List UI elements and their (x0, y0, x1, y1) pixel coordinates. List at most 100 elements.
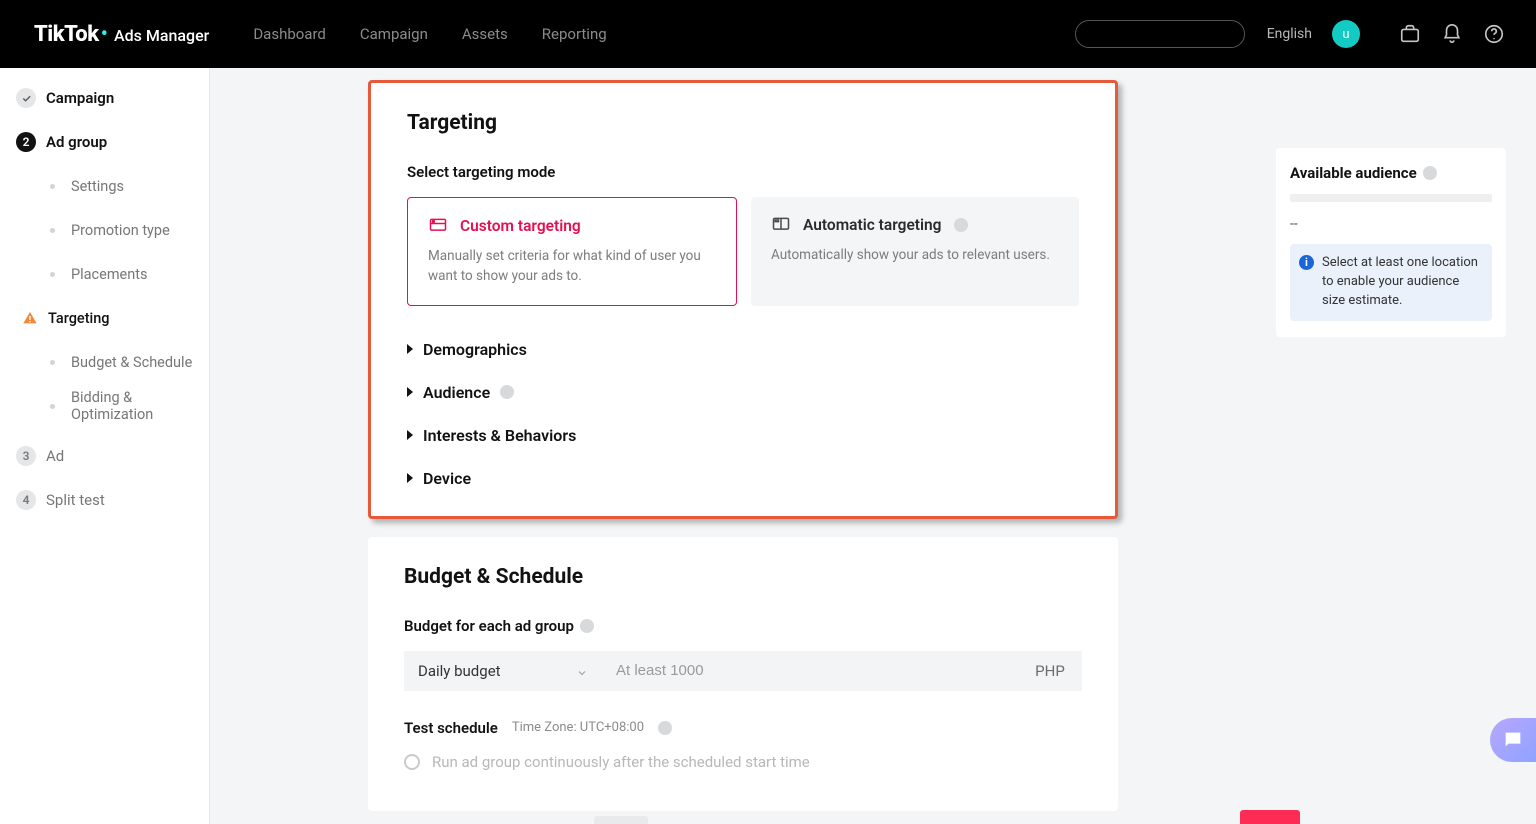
dot-icon (50, 184, 55, 189)
custom-targeting-icon (428, 216, 448, 236)
available-audience-panel: Available audience -- i Select at least … (1276, 148, 1506, 337)
main-content: Targeting Select targeting mode Custom t… (210, 68, 1536, 824)
chevron-right-icon (407, 430, 413, 440)
briefcase-icon[interactable] (1398, 22, 1422, 46)
audience-info-alert: i Select at least one location to enable… (1290, 244, 1492, 321)
audience-value: -- (1290, 216, 1492, 232)
chevron-down-icon (576, 665, 588, 677)
bell-icon[interactable] (1440, 22, 1464, 46)
sidebar-item-placements[interactable]: Placements (0, 252, 209, 296)
brand-adsmanager: Ads Manager (114, 26, 209, 45)
accordion-audience[interactable]: Audience (407, 383, 1079, 402)
dot-icon (50, 404, 55, 409)
audience-info-text: Select at least one location to enable y… (1322, 255, 1478, 308)
accordion-label: Audience (423, 383, 490, 402)
budget-title: Budget & Schedule (404, 565, 1082, 589)
sidebar-campaign[interactable]: Campaign (0, 76, 209, 120)
nav-dashboard[interactable]: Dashboard (253, 25, 326, 43)
budget-type-value: Daily budget (418, 662, 501, 680)
custom-targeting-card[interactable]: Custom targeting Manually set criteria f… (407, 197, 737, 306)
info-icon: i (1299, 255, 1314, 270)
automatic-targeting-icon (771, 215, 791, 235)
sidebar-split-label: Split test (46, 491, 105, 509)
nav-assets[interactable]: Assets (462, 25, 508, 43)
sidebar-adgroup[interactable]: 2 Ad group (0, 120, 209, 164)
budget-amount-input[interactable] (602, 651, 1018, 691)
avatar[interactable]: u (1332, 20, 1360, 48)
schedule-label-row: Test schedule Time Zone: UTC+08:00 (404, 719, 1082, 737)
dot-icon (50, 272, 55, 277)
sidebar-item-label: Targeting (48, 310, 110, 327)
budget-type-select[interactable]: Daily budget (404, 651, 602, 691)
budget-row: Daily budget PHP (404, 651, 1082, 691)
sidebar-item-promotion[interactable]: Promotion type (0, 208, 209, 252)
targeting-mode-label: Select targeting mode (407, 163, 1079, 181)
accordion-device[interactable]: Device (407, 469, 1079, 488)
chevron-right-icon (407, 344, 413, 354)
sidebar-item-label: Promotion type (71, 222, 170, 239)
sidebar-item-label: Settings (71, 178, 124, 195)
question-icon[interactable] (658, 721, 672, 735)
sidebar-ad-label: Ad (46, 447, 64, 465)
targeting-mode-options: Custom targeting Manually set criteria f… (407, 197, 1079, 306)
schedule-radio-row[interactable]: Run ad group continuously after the sche… (404, 753, 1082, 771)
step-badge-2: 2 (16, 132, 36, 152)
question-icon[interactable] (500, 385, 514, 399)
targeting-card: Targeting Select targeting mode Custom t… (368, 80, 1118, 519)
accordion-label: Device (423, 469, 471, 488)
automatic-targeting-card[interactable]: Automatic targeting Automatically show y… (751, 197, 1079, 306)
budget-card: Budget & Schedule Budget for each ad gro… (368, 537, 1118, 811)
dot-icon (50, 228, 55, 233)
account-switcher[interactable] (1075, 20, 1245, 48)
schedule-timezone: Time Zone: UTC+08:00 (512, 720, 644, 735)
step-badge-4: 4 (16, 490, 36, 510)
sidebar-item-label: Budget & Schedule (71, 354, 192, 371)
sidebar-ad[interactable]: 3 Ad (0, 434, 209, 478)
language-selector[interactable]: English (1267, 26, 1312, 42)
sidebar-item-settings[interactable]: Settings (0, 164, 209, 208)
brand-tiktok: TikTok (34, 22, 99, 47)
primary-action-button[interactable] (1240, 810, 1300, 824)
sidebar-item-bidding[interactable]: Bidding & Optimization (0, 384, 209, 428)
secondary-action-button[interactable] (594, 816, 648, 824)
sidebar-campaign-label: Campaign (46, 89, 114, 107)
dot-icon (50, 360, 55, 365)
top-header: TikTok • Ads Manager Dashboard Campaign … (0, 0, 1536, 68)
accordion-label: Interests & Behaviors (423, 426, 576, 445)
question-icon[interactable] (1423, 166, 1437, 180)
schedule-radio-label: Run ad group continuously after the sche… (432, 753, 810, 771)
chat-icon (1502, 729, 1524, 751)
brand-logo: TikTok • Ads Manager (34, 22, 209, 47)
targeting-title: Targeting (407, 111, 1079, 135)
accordion-label: Demographics (423, 340, 527, 359)
warning-icon (22, 310, 38, 326)
check-icon (16, 88, 36, 108)
sidebar-item-targeting[interactable]: Targeting (0, 296, 209, 340)
available-audience-title: Available audience (1290, 164, 1492, 182)
radio-icon[interactable] (404, 754, 420, 770)
top-nav: Dashboard Campaign Assets Reporting (253, 25, 606, 43)
help-icon[interactable] (1482, 22, 1506, 46)
schedule-label: Test schedule (404, 719, 498, 737)
budget-currency: PHP (1018, 651, 1082, 691)
nav-campaign[interactable]: Campaign (360, 25, 428, 43)
question-icon[interactable] (580, 619, 594, 633)
accordion-interests[interactable]: Interests & Behaviors (407, 426, 1079, 445)
accordion-demographics[interactable]: Demographics (407, 340, 1079, 359)
audience-gauge-placeholder (1290, 194, 1492, 202)
custom-targeting-desc: Manually set criteria for what kind of u… (428, 246, 716, 287)
targeting-mode-label-text: Select targeting mode (407, 163, 555, 181)
budget-label-text: Budget for each ad group (404, 617, 574, 635)
sidebar-item-label: Bidding & Optimization (71, 389, 209, 423)
available-audience-title-text: Available audience (1290, 164, 1417, 182)
automatic-targeting-desc: Automatically show your ads to relevant … (771, 245, 1059, 265)
automatic-targeting-title: Automatic targeting (803, 216, 942, 234)
custom-targeting-title: Custom targeting (460, 217, 581, 235)
sidebar-item-budget[interactable]: Budget & Schedule (0, 340, 209, 384)
sidebar-adgroup-label: Ad group (46, 133, 107, 151)
nav-reporting[interactable]: Reporting (542, 25, 607, 43)
sidebar-split[interactable]: 4 Split test (0, 478, 209, 522)
question-icon[interactable] (954, 218, 968, 232)
chat-fab[interactable] (1490, 718, 1536, 762)
chevron-right-icon (407, 387, 413, 397)
